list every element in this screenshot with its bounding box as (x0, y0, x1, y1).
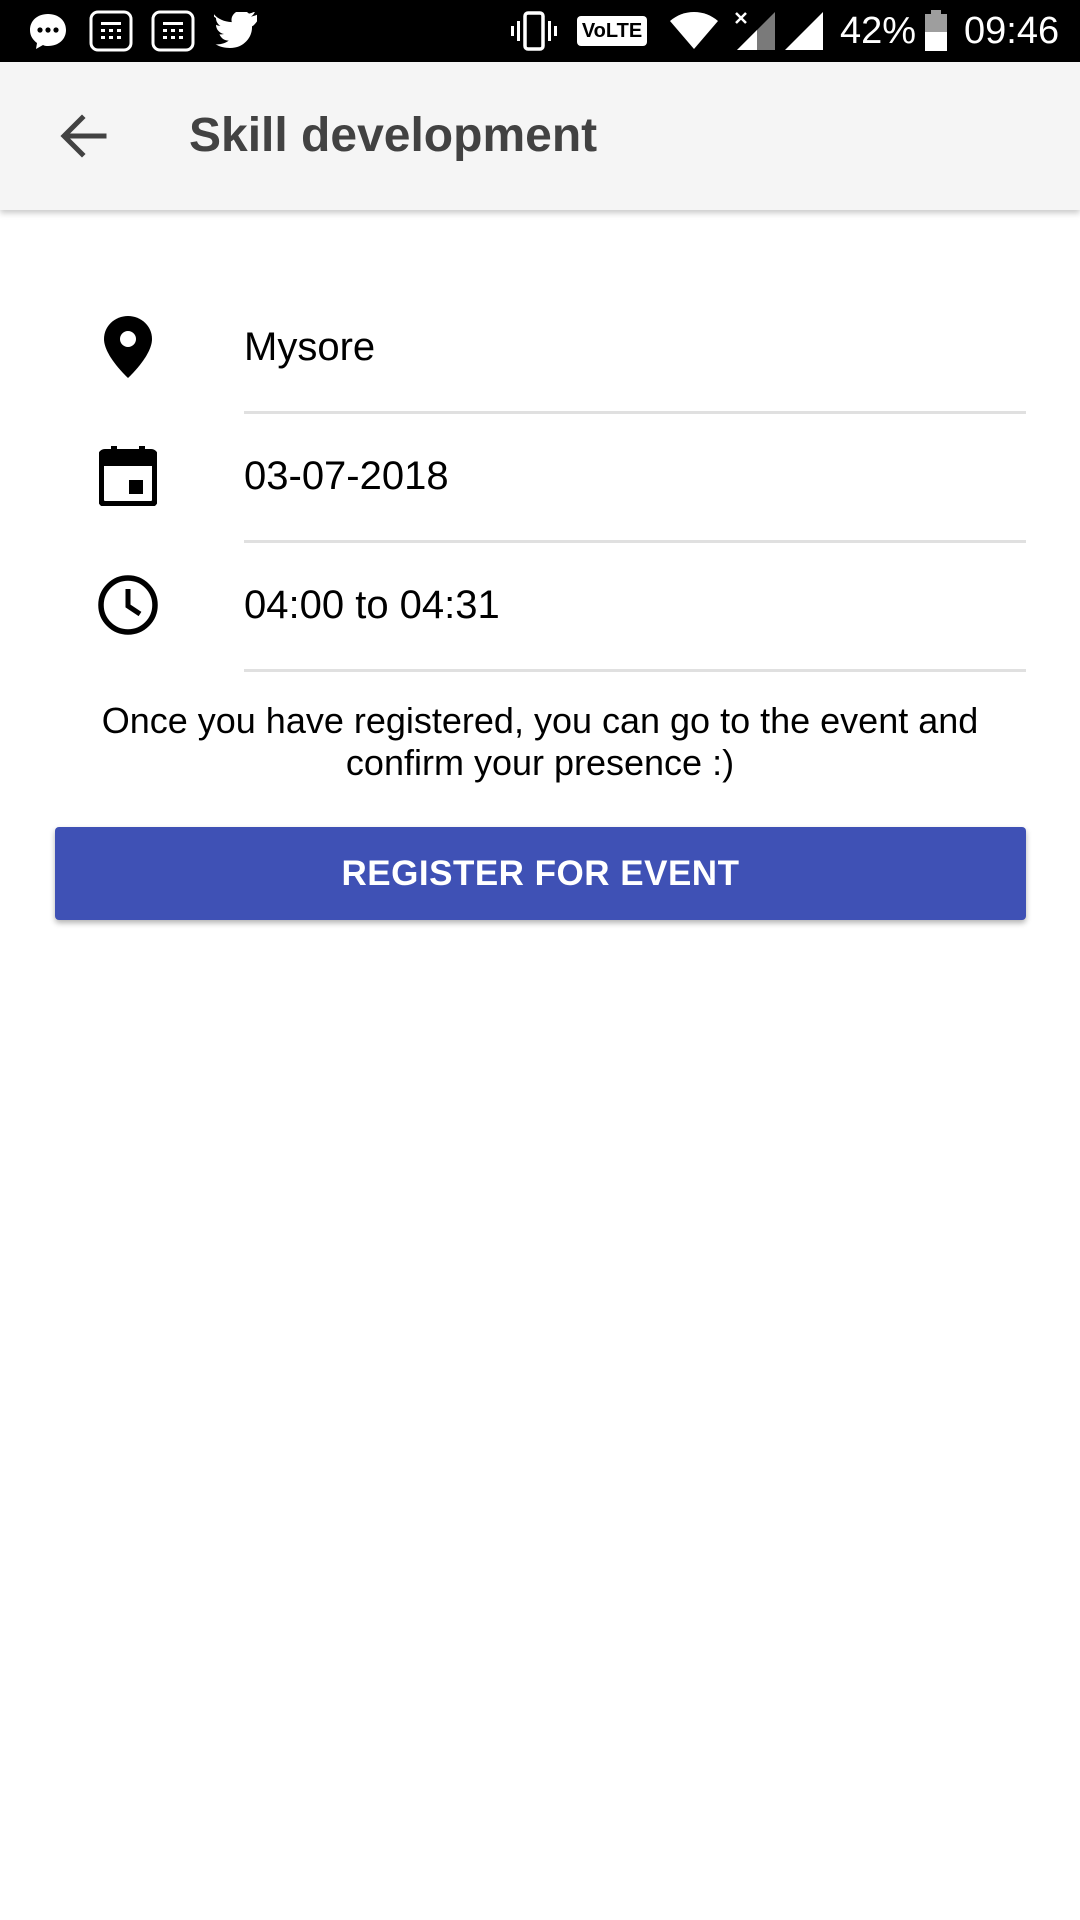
location-row: Mysore (0, 285, 1080, 414)
date-value: 03-07-2018 (244, 454, 449, 498)
clock-icon (96, 573, 160, 637)
signal-icon (782, 0, 826, 62)
status-time: 09:46 (964, 10, 1060, 52)
registration-info-text: Once you have registered, you can go to … (101, 700, 979, 783)
date-row: 03-07-2018 (0, 414, 1080, 543)
messenger-icon (26, 0, 70, 62)
sms-icon (88, 0, 134, 62)
register-for-event-button[interactable]: REGISTER FOR EVENT (55, 827, 1026, 920)
signal-no-service-icon (732, 0, 778, 62)
location-value: Mysore (244, 325, 376, 369)
arrow-back-icon (60, 114, 107, 158)
vibrate-icon (510, 0, 558, 62)
app-toolbar: Skill development (0, 62, 1080, 210)
divider (244, 669, 1026, 672)
sms-icon (150, 0, 196, 62)
location-pin-icon (96, 315, 160, 379)
battery-percent: 42% (840, 10, 917, 52)
status-bar: VoLTE 42% 09:46 (0, 0, 1080, 62)
time-row: 04:00 to 04:31 (0, 543, 1080, 672)
page-title: Skill development (189, 109, 598, 162)
twitter-icon (212, 0, 260, 62)
wifi-icon (668, 0, 720, 62)
time-value: 04:00 to 04:31 (244, 583, 500, 627)
back-button[interactable] (44, 100, 124, 172)
battery-icon (922, 0, 950, 62)
calendar-icon (96, 444, 160, 508)
volte-icon: VoLTE (576, 0, 648, 62)
